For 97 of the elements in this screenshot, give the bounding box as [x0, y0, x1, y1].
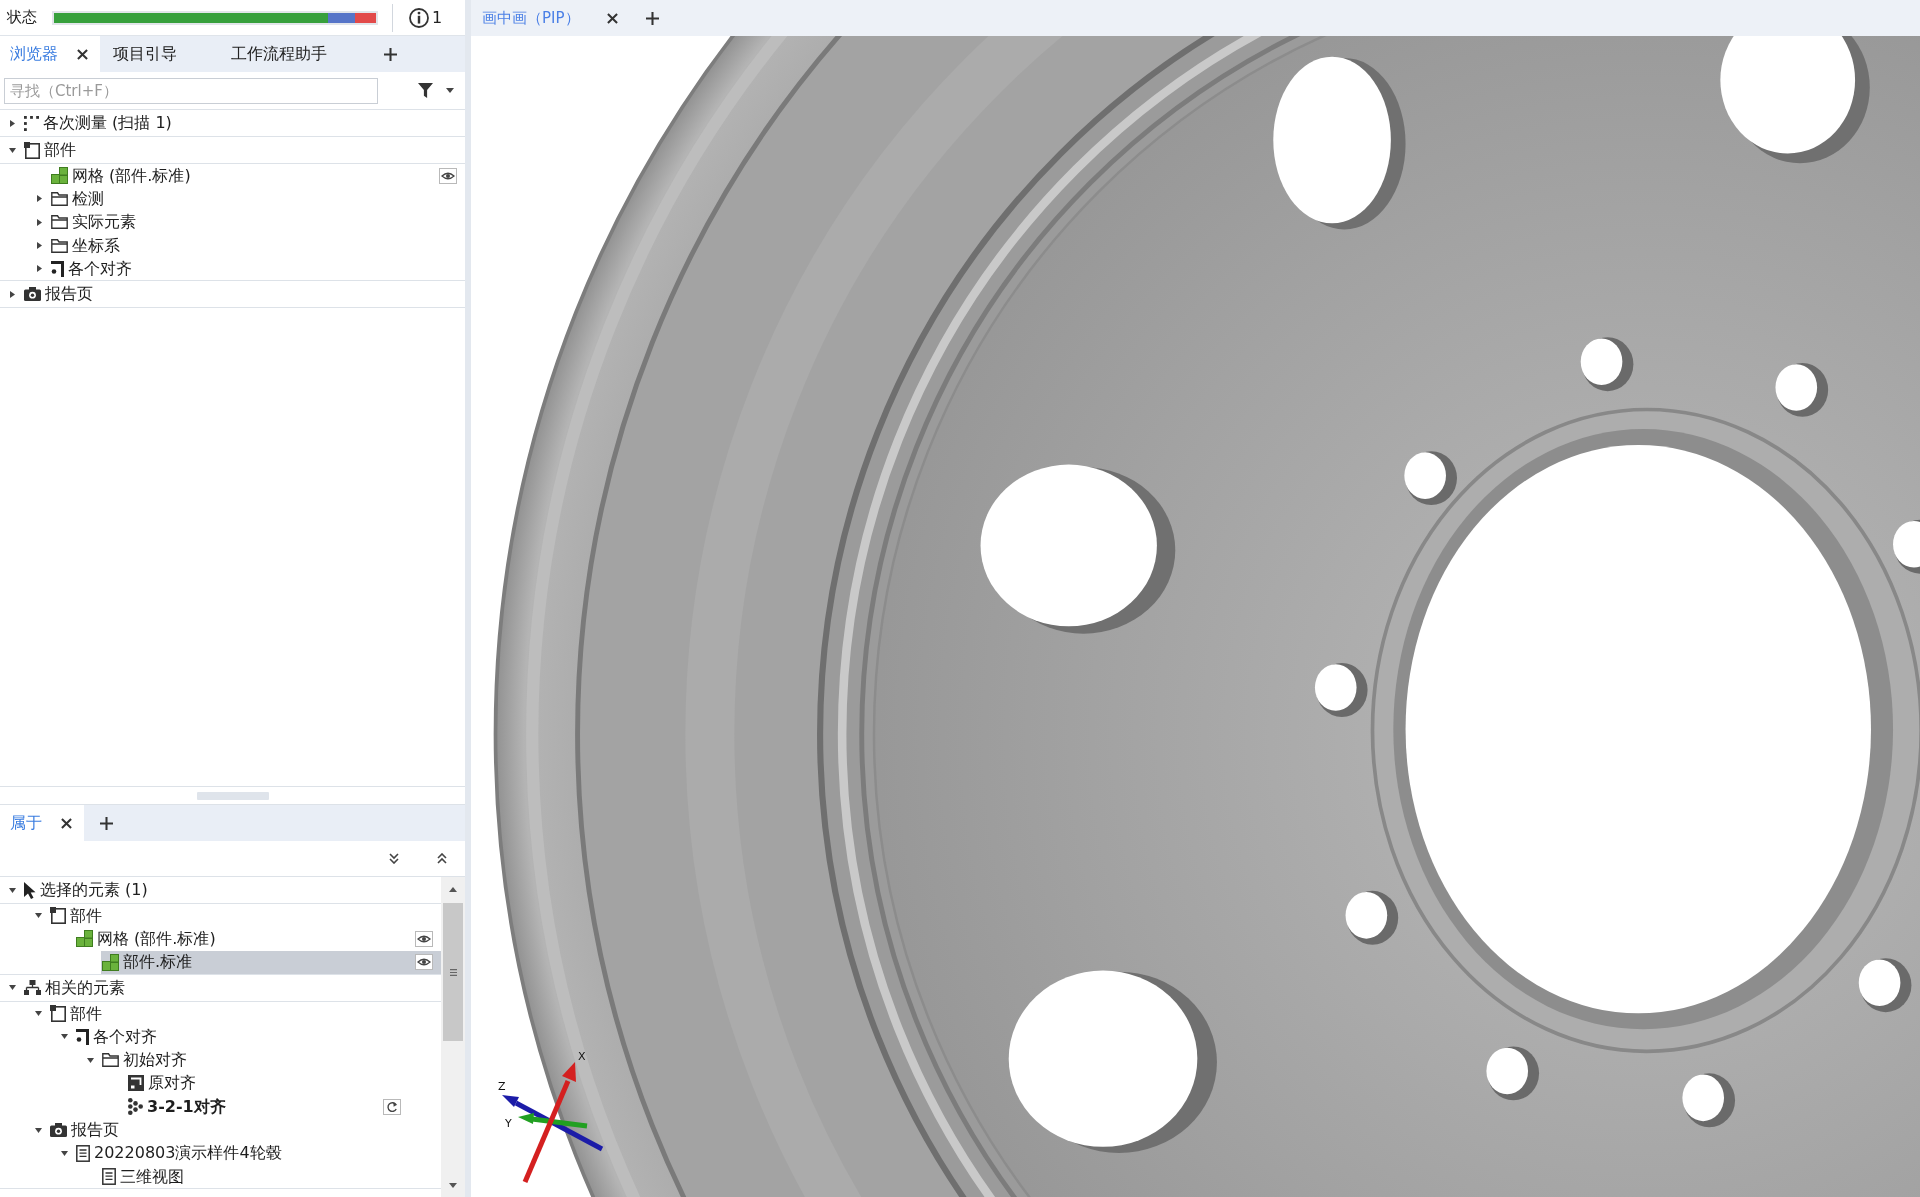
caret-right-icon[interactable] — [36, 265, 42, 273]
caret-down-icon[interactable] — [8, 985, 16, 991]
caret-down-icon[interactable] — [34, 1127, 42, 1133]
tree-item[interactable]: 坐标系 — [50, 233, 465, 258]
tree-item[interactable]: 选择的元素 (1) — [23, 877, 441, 903]
tree-item[interactable]: 检测 — [50, 187, 465, 211]
scroll-down-icon[interactable] — [449, 1182, 457, 1188]
axis-label: X — [578, 1050, 586, 1063]
dotted-corner-icon — [24, 115, 39, 131]
double-chevron-up-icon[interactable] — [437, 853, 447, 864]
tree-item[interactable]: 网格 (部件.标准) — [75, 927, 441, 951]
close-icon[interactable] — [606, 12, 618, 24]
caret-right-icon[interactable] — [36, 242, 42, 250]
bolt-hole — [1314, 663, 1368, 717]
close-icon[interactable] — [77, 48, 88, 60]
corner-dot-icon — [76, 1028, 89, 1045]
tree-item[interactable]: 部件 — [49, 904, 441, 928]
tree-item[interactable]: 实际元素 — [50, 210, 465, 234]
caret-down-icon[interactable] — [446, 88, 454, 93]
caret-down-icon[interactable] — [8, 887, 16, 893]
axis-label: Y — [505, 1117, 512, 1130]
scroll-up-icon[interactable] — [449, 886, 457, 892]
camera-icon — [50, 1123, 67, 1137]
bolt-hole — [1858, 958, 1912, 1013]
caret-right-icon[interactable] — [36, 195, 42, 203]
folder-icon — [102, 1053, 119, 1068]
panel-tab[interactable]: 属于 — [0, 805, 84, 841]
tree-item[interactable]: 部件 — [49, 1001, 441, 1026]
plus-icon[interactable] — [645, 11, 659, 25]
folder-icon — [51, 191, 68, 206]
caret-right-icon[interactable] — [9, 119, 15, 127]
info-button[interactable]: 1 — [407, 5, 445, 30]
caret-down-icon[interactable] — [60, 1150, 68, 1156]
caret-down-icon[interactable] — [86, 1057, 94, 1063]
tree-item[interactable]: 各个对齐 — [50, 257, 465, 281]
pointer-icon — [24, 881, 36, 899]
tree-item[interactable]: 初始对齐 — [101, 1048, 441, 1072]
tree-item[interactable]: 三维视图 — [101, 1164, 441, 1189]
document-icon — [76, 1144, 90, 1162]
double-chevron-down-icon[interactable] — [389, 853, 399, 864]
tree-item[interactable]: 相关的元素 — [23, 974, 441, 1001]
eye-icon[interactable] — [415, 930, 433, 947]
folder-icon — [51, 238, 68, 253]
close-icon[interactable] — [61, 817, 72, 829]
splitter-handle[interactable] — [196, 791, 269, 800]
tree-item[interactable]: 报告页 — [49, 1118, 441, 1142]
bolt-hole — [1486, 1046, 1540, 1101]
bolt-hole — [1404, 451, 1457, 506]
document-icon — [102, 1168, 116, 1186]
blocks-icon — [102, 953, 119, 971]
tree-item[interactable]: 报告页 — [23, 281, 465, 308]
tree-item[interactable]: 部件 — [23, 137, 465, 163]
axis-label: Z — [498, 1080, 506, 1093]
plus-icon[interactable] — [100, 816, 113, 830]
tree-item[interactable]: 原对齐 — [127, 1071, 441, 1096]
grip-icon — [449, 968, 457, 976]
corner-dot-icon — [51, 260, 64, 277]
caret-down-icon[interactable] — [34, 913, 42, 919]
bolt-hole — [1775, 362, 1829, 417]
bolt-hole — [1893, 519, 1920, 574]
tree-item[interactable]: 各个对齐 — [75, 1025, 441, 1049]
info-icon — [409, 7, 429, 28]
camera-icon — [24, 287, 41, 302]
plus-icon[interactable] — [384, 47, 397, 61]
bracket-square-icon — [50, 1005, 66, 1023]
caret-down-icon[interactable] — [34, 1011, 42, 1017]
blocks-icon — [51, 167, 68, 185]
tree-item[interactable]: 各次测量 (扫描 1) — [23, 110, 465, 136]
tree-item[interactable]: 部件.标准 — [101, 950, 441, 974]
eye-icon[interactable] — [439, 167, 457, 184]
search-field[interactable]: 寻找（Ctrl+F） — [4, 77, 378, 104]
eye-icon[interactable] — [415, 954, 433, 971]
scrollbar-thumb[interactable] — [443, 903, 463, 1041]
dots-icon — [128, 1098, 143, 1116]
caret-down-icon[interactable] — [60, 1034, 68, 1040]
tree-item[interactable]: 3-2-1对齐 — [127, 1095, 441, 1119]
caret-right-icon[interactable] — [9, 291, 15, 298]
status-label: 状态 — [7, 7, 38, 29]
blocks-icon — [76, 930, 93, 948]
bracket-square-icon — [24, 141, 40, 159]
caret-down-icon[interactable] — [8, 147, 16, 153]
panel-tab[interactable]: 工作流程助手 — [218, 36, 368, 72]
caret-right-icon[interactable] — [36, 218, 42, 226]
tree-item[interactable]: 20220803演示样件4轮毂 — [75, 1141, 441, 1165]
folder-icon — [51, 215, 68, 230]
panel-tab[interactable]: 项目引导 — [100, 36, 218, 72]
linked-blocks-icon — [24, 980, 41, 996]
panel-tab[interactable]: 浏览器 — [0, 36, 100, 72]
panel-tab[interactable]: 画中画（PIP） — [471, 0, 630, 36]
tree-item[interactable]: 网格 (部件.标准) — [50, 164, 465, 188]
refresh-icon[interactable] — [383, 1098, 401, 1115]
bracket-square-icon — [50, 907, 66, 925]
diagonal-square-icon — [128, 1075, 144, 1092]
bolt-hole — [1580, 337, 1634, 392]
bolt-hole — [1345, 890, 1399, 945]
filter-icon[interactable] — [418, 83, 433, 98]
bolt-hole — [1682, 1073, 1736, 1128]
